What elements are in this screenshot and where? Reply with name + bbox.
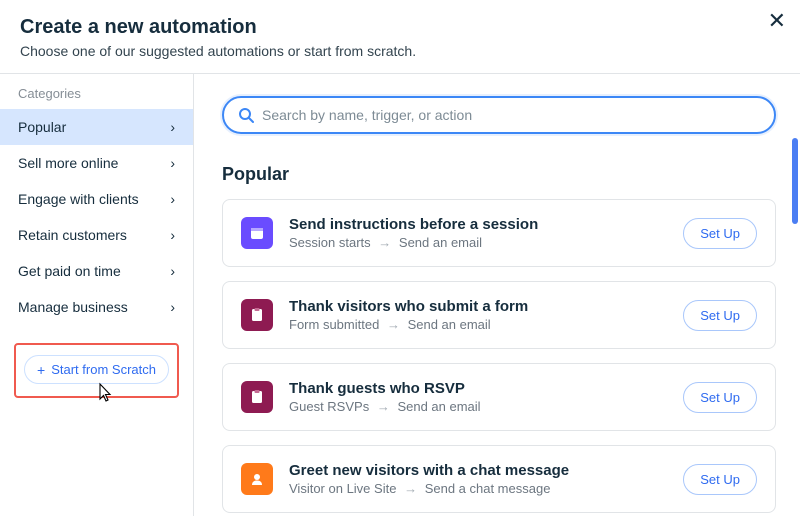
card-subtitle: Visitor on Live Site → Send a chat messa… <box>289 481 667 496</box>
main-panel: Popular Send instructions before a sessi… <box>194 74 800 516</box>
sidebar-item-label: Engage with clients <box>18 191 139 207</box>
card-action: Send an email <box>399 235 482 250</box>
chevron-right-icon: › <box>170 155 175 171</box>
chat-icon <box>241 463 273 495</box>
chevron-right-icon: › <box>170 227 175 243</box>
card-body: Thank visitors who submit a form Form su… <box>289 298 667 332</box>
sidebar-item-get-paid-on-time[interactable]: Get paid on time › <box>0 253 193 289</box>
card-title: Thank visitors who submit a form <box>289 298 667 315</box>
card-trigger: Session starts <box>289 235 371 250</box>
automation-card: Thank guests who RSVP Guest RSVPs → Send… <box>222 363 776 431</box>
scrollbar-thumb[interactable] <box>792 138 798 224</box>
search-field[interactable] <box>222 96 776 134</box>
dialog-header: Create a new automation Choose one of ou… <box>0 0 800 73</box>
cursor-icon <box>94 382 114 404</box>
card-action: Send an email <box>408 317 491 332</box>
page-title: Create a new automation <box>20 16 780 39</box>
chevron-right-icon: › <box>170 119 175 135</box>
card-body: Send instructions before a session Sessi… <box>289 216 667 250</box>
card-action: Send a chat message <box>425 481 551 496</box>
automation-card: Thank visitors who submit a form Form su… <box>222 281 776 349</box>
arrow-right-icon: → <box>378 235 391 250</box>
clipboard-icon <box>241 381 273 413</box>
sidebar-item-retain-customers[interactable]: Retain customers › <box>0 217 193 253</box>
arrow-right-icon: → <box>387 317 400 332</box>
card-subtitle: Session starts → Send an email <box>289 235 667 250</box>
sidebar-item-engage-with-clients[interactable]: Engage with clients › <box>0 181 193 217</box>
start-from-scratch-button[interactable]: + Start from Scratch <box>24 355 169 384</box>
start-from-scratch-highlight: + Start from Scratch <box>14 343 179 398</box>
sidebar-item-label: Get paid on time <box>18 263 121 279</box>
calendar-icon <box>241 217 273 249</box>
sidebar-item-label: Retain customers <box>18 227 127 243</box>
page-subtitle: Choose one of our suggested automations … <box>20 43 780 59</box>
card-action: Send an email <box>397 399 480 414</box>
sidebar-item-label: Manage business <box>18 299 128 315</box>
card-trigger: Guest RSVPs <box>289 399 369 414</box>
plus-icon: + <box>37 363 45 377</box>
categories-heading: Categories <box>0 86 193 109</box>
chevron-right-icon: › <box>170 299 175 315</box>
card-title: Send instructions before a session <box>289 216 667 233</box>
setup-button[interactable]: Set Up <box>683 464 757 495</box>
card-title: Thank guests who RSVP <box>289 380 667 397</box>
card-title: Greet new visitors with a chat message <box>289 462 667 479</box>
search-input[interactable] <box>262 107 760 123</box>
setup-button[interactable]: Set Up <box>683 300 757 331</box>
card-body: Greet new visitors with a chat message V… <box>289 462 667 496</box>
sidebar-item-popular[interactable]: Popular › <box>0 109 193 145</box>
arrow-right-icon: → <box>377 399 390 414</box>
section-heading: Popular <box>222 164 776 185</box>
card-body: Thank guests who RSVP Guest RSVPs → Send… <box>289 380 667 414</box>
card-subtitle: Form submitted → Send an email <box>289 317 667 332</box>
automation-card: Send instructions before a session Sessi… <box>222 199 776 267</box>
sidebar-item-label: Popular <box>18 119 66 135</box>
chevron-right-icon: › <box>170 191 175 207</box>
card-trigger: Form submitted <box>289 317 379 332</box>
close-icon[interactable]: ✕ <box>768 10 786 32</box>
sidebar: Categories Popular › Sell more online › … <box>0 74 194 516</box>
content-area: Categories Popular › Sell more online › … <box>0 74 800 516</box>
card-trigger: Visitor on Live Site <box>289 481 396 496</box>
sidebar-item-label: Sell more online <box>18 155 118 171</box>
sidebar-item-manage-business[interactable]: Manage business › <box>0 289 193 325</box>
card-subtitle: Guest RSVPs → Send an email <box>289 399 667 414</box>
clipboard-icon <box>241 299 273 331</box>
chevron-right-icon: › <box>170 263 175 279</box>
setup-button[interactable]: Set Up <box>683 218 757 249</box>
automation-card: Greet new visitors with a chat message V… <box>222 445 776 513</box>
start-from-scratch-label: Start from Scratch <box>51 362 156 377</box>
search-icon <box>238 107 254 123</box>
setup-button[interactable]: Set Up <box>683 382 757 413</box>
sidebar-item-sell-more-online[interactable]: Sell more online › <box>0 145 193 181</box>
arrow-right-icon: → <box>404 481 417 496</box>
